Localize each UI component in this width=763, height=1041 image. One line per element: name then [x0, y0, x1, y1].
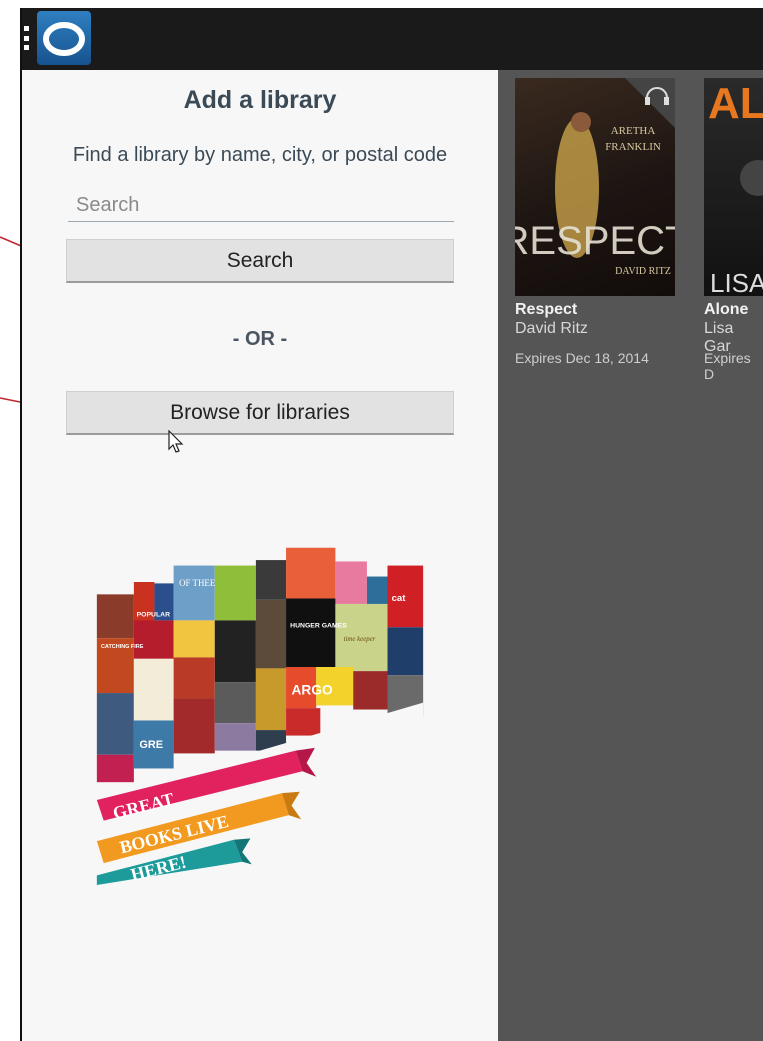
page-title: Add a library: [183, 86, 337, 114]
cover-author: DAVID RITZ: [615, 266, 671, 277]
or-separator: - OR -: [232, 328, 288, 350]
book-expiry: Expires Dec 18, 2014: [515, 350, 649, 366]
book-title[interactable]: Respect: [515, 301, 577, 319]
overflow-menu-icon[interactable]: [24, 26, 29, 50]
app-toolbar: [20, 8, 763, 70]
collage-text-argo: ARGO: [292, 682, 333, 697]
left-margin: [0, 0, 20, 1041]
book-cover-respect[interactable]: ARETHA FRANKLIN RESPECT DAVID RITZ: [515, 78, 675, 296]
collage-text-of-thee: OF THEE: [179, 578, 215, 588]
book-expiry: Expires D: [704, 350, 751, 382]
cover-subtitle: ARETHA: [611, 125, 656, 137]
collage-text-time-keeper: time keeper: [344, 636, 376, 643]
svg-text:FRANKLIN: FRANKLIN: [605, 141, 661, 153]
collage-text-hunger-games: HUNGER GAMES: [290, 622, 347, 629]
book-covers-collage: CATCHING FIRE POPULAR OF THEE HUNGER GAM…: [96, 547, 424, 885]
collage-text-cat: cat: [392, 593, 407, 604]
search-button[interactable]: Search: [66, 239, 454, 283]
book-title[interactable]: Alone: [704, 301, 748, 319]
bookshelf-area: ARETHA FRANKLIN RESPECT DAVID RITZ Respe…: [498, 70, 763, 1041]
library-search-input[interactable]: [68, 190, 454, 222]
overdrive-logo-icon[interactable]: [37, 11, 91, 65]
browse-libraries-button[interactable]: Browse for libraries: [66, 391, 454, 435]
add-library-panel: Add a library Find a library by name, ci…: [22, 70, 498, 1041]
book-cover-alone[interactable]: AL LISA G: [704, 78, 763, 296]
collage-text-popular-science: POPULAR: [137, 611, 171, 618]
panel-subtitle: Find a library by name, city, or postal …: [72, 144, 448, 166]
cover-author: LISA G: [710, 268, 763, 296]
collage-text-catching-fire: CATCHING FIRE: [101, 644, 144, 650]
cover-title: RESPECT: [515, 219, 675, 263]
collage-text-gre: GRE: [139, 739, 163, 751]
cover-top-text: AL: [708, 79, 763, 128]
mouse-cursor-icon: [168, 430, 184, 453]
book-author: David Ritz: [515, 320, 588, 337]
